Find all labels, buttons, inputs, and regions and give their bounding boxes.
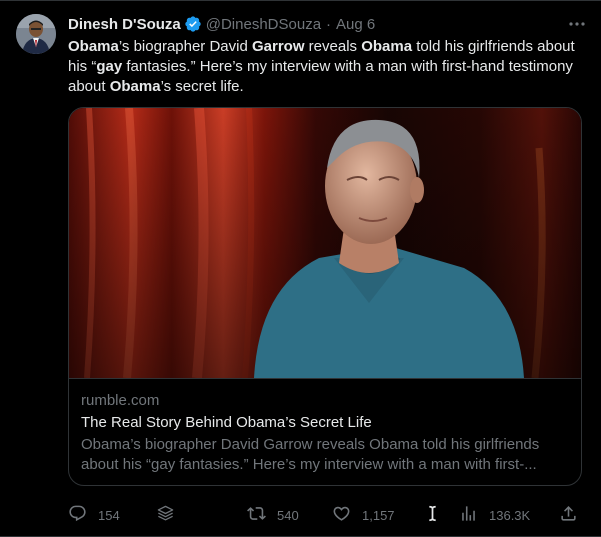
tweet-text-segment: ’s biographer David bbox=[118, 38, 252, 55]
link-card[interactable]: rumble.com The Real Story Behind Obama’s… bbox=[68, 107, 582, 486]
tweet-text-segment: ’s secret life. bbox=[160, 78, 244, 95]
avatar[interactable] bbox=[16, 14, 56, 54]
retweet-count: 540 bbox=[277, 507, 299, 523]
card-description-line-1: Obama’s biographer David Garrow reveals … bbox=[81, 436, 540, 453]
verified-badge-icon bbox=[184, 15, 202, 33]
author-name[interactable]: Dinesh D'Souza bbox=[68, 16, 181, 33]
like-button[interactable]: 1,157 bbox=[332, 503, 395, 527]
share-button[interactable] bbox=[559, 503, 578, 527]
heart-icon bbox=[332, 504, 351, 526]
more-horizontal-icon[interactable] bbox=[567, 14, 587, 34]
reply-count: 154 bbox=[98, 507, 120, 523]
share-icon bbox=[559, 504, 578, 526]
like-count: 1,157 bbox=[362, 507, 395, 523]
author-handle[interactable]: @DineshDSouza bbox=[206, 16, 321, 33]
separator-dot: · bbox=[326, 15, 332, 33]
card-title: The Real Story Behind Obama’s Secret Lif… bbox=[81, 414, 372, 431]
card-video-thumbnail[interactable] bbox=[69, 108, 581, 378]
highlighted-term: Obama bbox=[68, 38, 119, 55]
views-bar-chart-icon bbox=[459, 504, 478, 526]
avatar-image bbox=[16, 14, 56, 54]
tweet-header: Dinesh D'Souza @DineshDSouza · Aug 6 bbox=[68, 14, 587, 34]
stack-icon bbox=[156, 504, 175, 526]
views-count: 136.3K bbox=[489, 507, 531, 523]
retweet-button[interactable]: 540 bbox=[247, 503, 299, 527]
card-description: Obama’s biographer David Garrow reveals … bbox=[81, 435, 571, 475]
views-button[interactable]: 136.3K bbox=[459, 503, 530, 527]
card-domain: rumble.com bbox=[81, 392, 160, 409]
highlighted-term: gay bbox=[96, 58, 123, 75]
text-cursor bbox=[423, 503, 442, 527]
retweet-icon bbox=[247, 504, 266, 526]
text-cursor-icon bbox=[423, 504, 442, 526]
tweet-article[interactable]: Dinesh D'Souza @DineshDSouza · Aug 6 Oba… bbox=[0, 0, 601, 537]
tweet-text: Obama’s biographer David Garrow reveals … bbox=[68, 37, 588, 97]
highlighted-term: Obama bbox=[361, 38, 413, 55]
highlighted-term: Obama bbox=[109, 78, 161, 95]
card-details[interactable]: rumble.com The Real Story Behind Obama’s… bbox=[69, 378, 581, 485]
reply-button[interactable]: 154 bbox=[68, 503, 120, 527]
tweet-text-segment: reveals bbox=[304, 38, 362, 55]
highlighted-term: Garrow bbox=[252, 38, 305, 55]
video-still-image bbox=[69, 108, 581, 378]
tweet-actions: 154 540 1,157 136.3K bbox=[68, 503, 588, 527]
tweet-date[interactable]: Aug 6 bbox=[336, 16, 375, 33]
stack-button[interactable] bbox=[156, 503, 175, 527]
card-description-line-2: about his “gay fantasies.” Here’s my int… bbox=[81, 456, 537, 473]
reply-icon bbox=[68, 504, 87, 526]
